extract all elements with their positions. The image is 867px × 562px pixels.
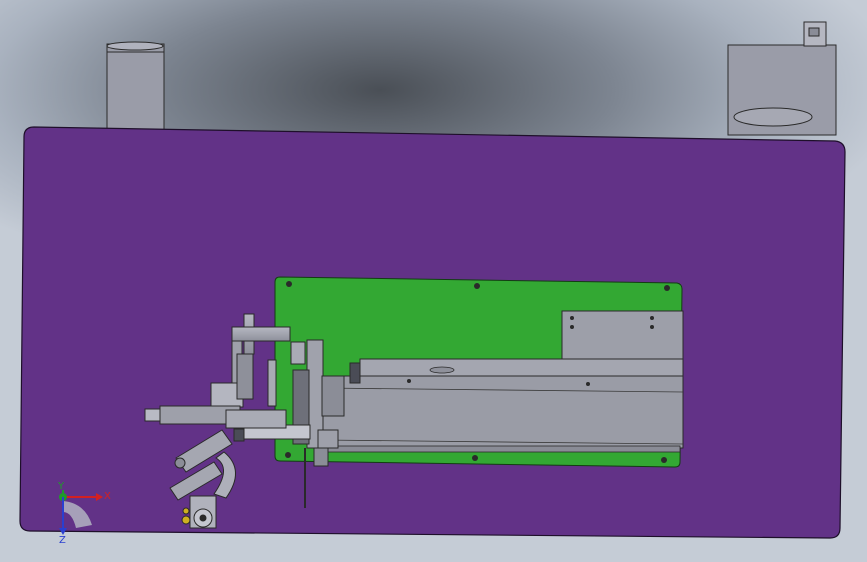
cad-scene[interactable]: X Y Z: [0, 0, 867, 562]
triad-y-label: Y: [57, 481, 65, 492]
triad-z-label: Z: [59, 535, 66, 546]
triad-x-label: X: [104, 491, 111, 502]
top-left-cylinder: [106, 41, 165, 131]
top-right-housing: [727, 21, 837, 136]
cad-viewport[interactable]: X Y Z: [0, 0, 867, 562]
